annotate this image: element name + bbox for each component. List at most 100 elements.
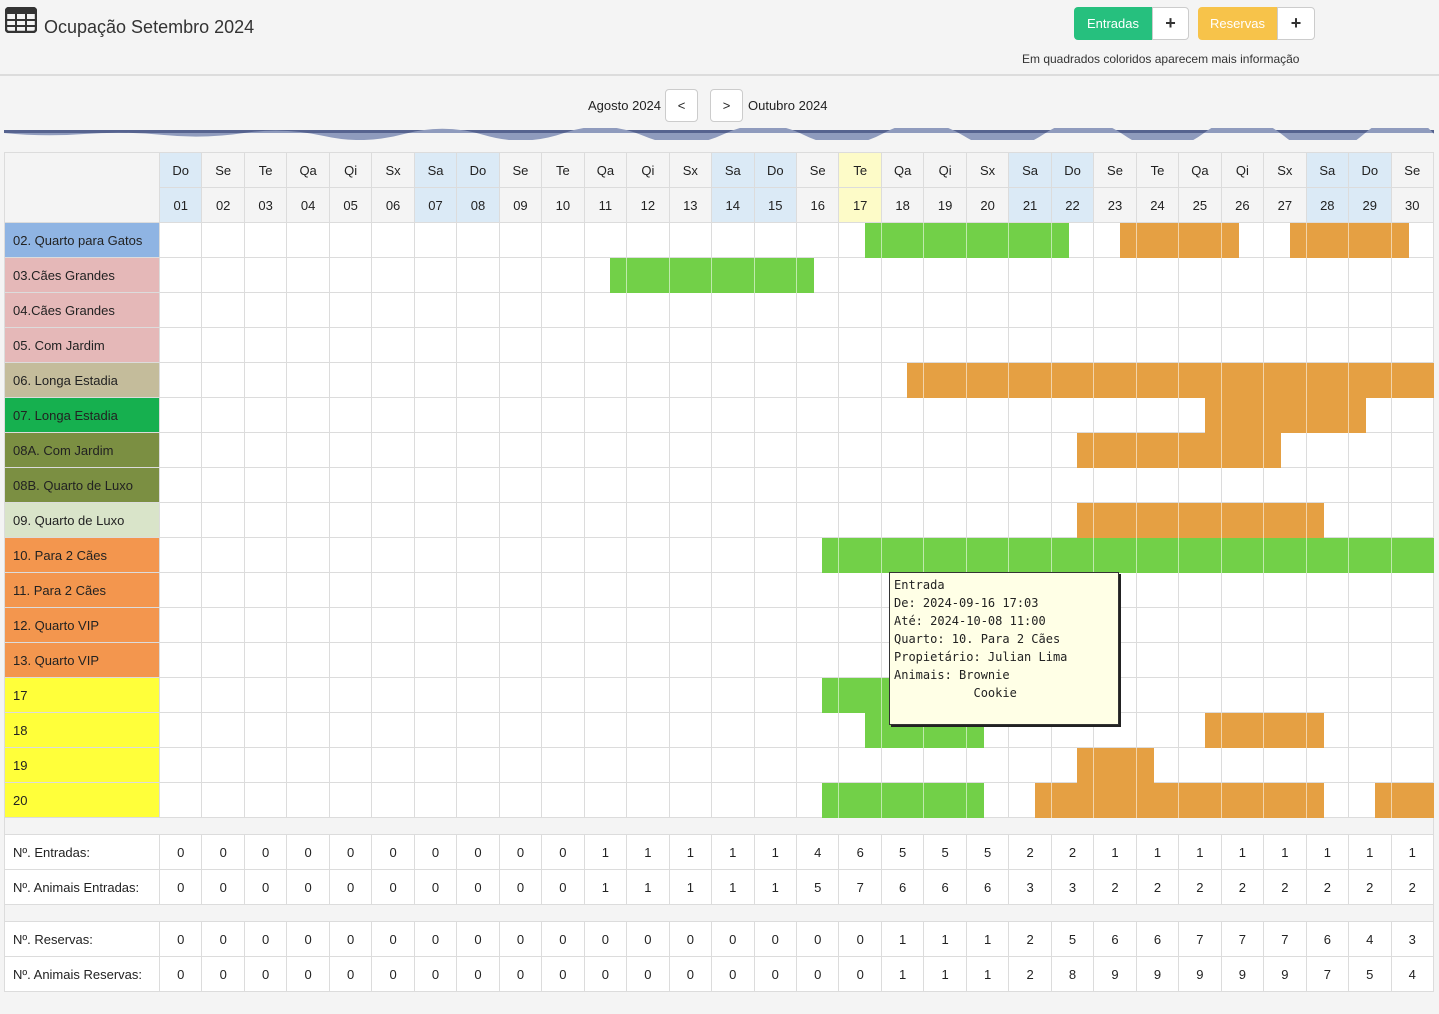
day-cell[interactable] bbox=[542, 468, 585, 503]
day-cell[interactable] bbox=[457, 503, 500, 538]
day-cell[interactable] bbox=[797, 293, 840, 328]
day-cell[interactable] bbox=[244, 643, 288, 678]
room-label[interactable]: 11. Para 2 Cães bbox=[5, 573, 160, 608]
day-cell[interactable] bbox=[881, 748, 925, 783]
day-cell[interactable] bbox=[499, 748, 543, 783]
day-cell[interactable] bbox=[499, 783, 543, 818]
day-cell[interactable] bbox=[244, 328, 288, 363]
day-cell[interactable] bbox=[414, 713, 458, 748]
day-cell[interactable] bbox=[669, 398, 713, 433]
day-cell[interactable] bbox=[542, 503, 585, 538]
day-cell[interactable] bbox=[414, 503, 458, 538]
day-cell[interactable] bbox=[414, 643, 458, 678]
day-cell[interactable] bbox=[584, 643, 628, 678]
day-cell[interactable] bbox=[584, 328, 628, 363]
day-cell[interactable] bbox=[797, 713, 840, 748]
day-cell[interactable] bbox=[881, 503, 925, 538]
day-cell[interactable] bbox=[372, 363, 415, 398]
day-cell[interactable] bbox=[372, 608, 415, 643]
day-cell[interactable] bbox=[244, 783, 288, 818]
day-cell[interactable] bbox=[457, 468, 500, 503]
day-cell[interactable] bbox=[797, 573, 840, 608]
day-cell[interactable] bbox=[797, 608, 840, 643]
day-cell[interactable] bbox=[287, 398, 330, 433]
room-label[interactable]: 13. Quarto VIP bbox=[5, 643, 160, 678]
day-cell[interactable] bbox=[1094, 258, 1137, 293]
day-cell[interactable] bbox=[1349, 678, 1392, 713]
day-cell[interactable] bbox=[202, 748, 245, 783]
day-cell[interactable] bbox=[329, 363, 373, 398]
day-cell[interactable] bbox=[499, 573, 543, 608]
day-cell[interactable] bbox=[1349, 573, 1392, 608]
day-cell[interactable] bbox=[1391, 748, 1434, 783]
day-cell[interactable] bbox=[287, 258, 330, 293]
day-cell[interactable] bbox=[1264, 468, 1307, 503]
day-cell[interactable] bbox=[754, 223, 797, 258]
day-cell[interactable] bbox=[712, 713, 755, 748]
day-cell[interactable] bbox=[1306, 748, 1350, 783]
room-label[interactable]: 09. Quarto de Luxo bbox=[5, 503, 160, 538]
day-cell[interactable] bbox=[1349, 503, 1392, 538]
day-cell[interactable] bbox=[1051, 468, 1095, 503]
day-cell[interactable] bbox=[457, 328, 500, 363]
day-cell[interactable] bbox=[329, 783, 373, 818]
day-cell[interactable] bbox=[1221, 643, 1265, 678]
day-cell[interactable] bbox=[966, 748, 1010, 783]
day-cell[interactable] bbox=[287, 608, 330, 643]
day-cell[interactable] bbox=[754, 643, 797, 678]
day-cell[interactable] bbox=[1221, 328, 1265, 363]
reserva-bar[interactable] bbox=[1077, 503, 1324, 538]
day-cell[interactable] bbox=[1306, 433, 1350, 468]
day-cell[interactable] bbox=[1391, 258, 1434, 293]
day-cell[interactable] bbox=[329, 608, 373, 643]
day-cell[interactable] bbox=[542, 433, 585, 468]
day-cell[interactable] bbox=[627, 363, 670, 398]
day-cell[interactable] bbox=[1136, 643, 1180, 678]
day-cell[interactable] bbox=[754, 783, 797, 818]
day-cell[interactable] bbox=[1391, 678, 1434, 713]
day-cell[interactable] bbox=[372, 468, 415, 503]
day-cell[interactable] bbox=[244, 363, 288, 398]
day-cell[interactable] bbox=[1221, 573, 1265, 608]
day-cell[interactable] bbox=[244, 468, 288, 503]
day-cell[interactable] bbox=[797, 398, 840, 433]
day-cell[interactable] bbox=[627, 783, 670, 818]
day-cell[interactable] bbox=[1264, 643, 1307, 678]
day-cell[interactable] bbox=[287, 223, 330, 258]
day-cell[interactable] bbox=[160, 398, 203, 433]
day-cell[interactable] bbox=[1391, 713, 1434, 748]
day-cell[interactable] bbox=[797, 328, 840, 363]
day-cell[interactable] bbox=[1221, 293, 1265, 328]
day-cell[interactable] bbox=[160, 783, 203, 818]
day-cell[interactable] bbox=[414, 608, 458, 643]
room-label[interactable]: 03.Cães Grandes bbox=[5, 258, 160, 293]
day-cell[interactable] bbox=[669, 223, 713, 258]
day-cell[interactable] bbox=[1391, 398, 1434, 433]
day-cell[interactable] bbox=[712, 573, 755, 608]
day-cell[interactable] bbox=[1179, 573, 1222, 608]
day-cell[interactable] bbox=[669, 363, 713, 398]
day-cell[interactable] bbox=[1264, 293, 1307, 328]
day-cell[interactable] bbox=[329, 258, 373, 293]
day-cell[interactable] bbox=[1264, 328, 1307, 363]
room-label[interactable]: 19 bbox=[5, 748, 160, 783]
day-cell[interactable] bbox=[881, 258, 925, 293]
day-cell[interactable] bbox=[414, 433, 458, 468]
day-cell[interactable] bbox=[881, 328, 925, 363]
day-cell[interactable] bbox=[584, 223, 628, 258]
day-cell[interactable] bbox=[584, 398, 628, 433]
day-cell[interactable] bbox=[457, 433, 500, 468]
day-cell[interactable] bbox=[669, 643, 713, 678]
day-cell[interactable] bbox=[287, 713, 330, 748]
day-cell[interactable] bbox=[924, 433, 967, 468]
day-cell[interactable] bbox=[457, 713, 500, 748]
previous-month-button[interactable]: < bbox=[665, 89, 698, 122]
day-cell[interactable] bbox=[372, 538, 415, 573]
day-cell[interactable] bbox=[244, 538, 288, 573]
day-cell[interactable] bbox=[584, 468, 628, 503]
day-cell[interactable] bbox=[627, 608, 670, 643]
day-cell[interactable] bbox=[1051, 293, 1095, 328]
day-cell[interactable] bbox=[329, 678, 373, 713]
day-cell[interactable] bbox=[202, 363, 245, 398]
day-cell[interactable] bbox=[1009, 503, 1052, 538]
